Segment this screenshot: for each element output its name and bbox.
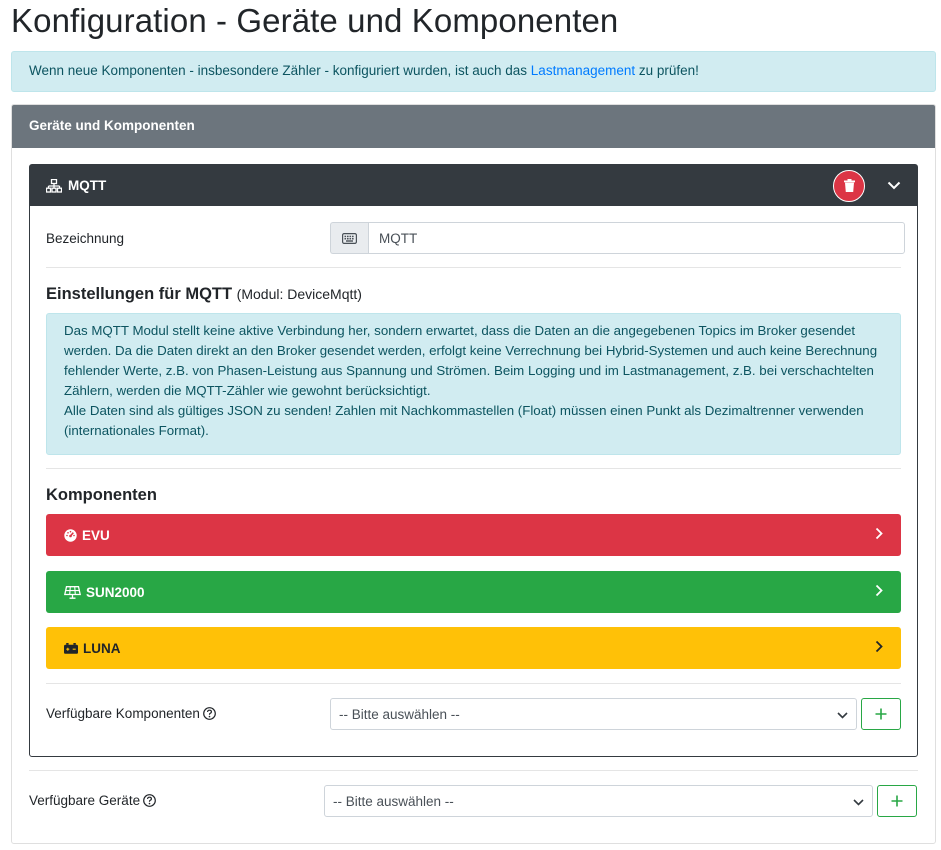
component-name: SUN2000 <box>86 584 145 600</box>
available-components-label: Verfügbare Komponenten <box>46 706 216 721</box>
settings-title-text: Einstellungen für MQTT <box>46 285 233 303</box>
devices-card-header: Geräte und Komponenten <box>12 105 935 148</box>
chevron-right-icon <box>875 527 883 543</box>
lastmanagement-notice: Wenn neue Komponenten - insbesondere Zäh… <box>11 51 936 92</box>
divider <box>46 267 901 268</box>
delete-device-button[interactable] <box>833 169 865 202</box>
battery-icon <box>64 642 78 654</box>
help-icon[interactable] <box>143 794 156 807</box>
add-component-button[interactable] <box>861 698 901 730</box>
divider <box>46 683 901 684</box>
device-mqtt: MQTT Bezeichnung MQTT Einstellungen für … <box>29 164 918 757</box>
available-devices-label-text: Verfügbare Geräte <box>29 793 141 808</box>
component-sun2000[interactable]: SUN2000 <box>46 571 901 613</box>
plus-icon <box>875 708 887 720</box>
available-components-label-text: Verfügbare Komponenten <box>46 706 200 721</box>
devices-card: Geräte und Komponenten MQTT Bezeichnung … <box>11 104 936 844</box>
component-name: LUNA <box>83 640 121 656</box>
notice-text-after: zu prüfen! <box>635 63 699 78</box>
network-icon <box>46 178 62 193</box>
bezeichnung-input-group <box>330 222 905 254</box>
device-header[interactable]: MQTT <box>30 165 917 206</box>
page: Konfiguration - Geräte und Komponenten W… <box>0 0 941 850</box>
bezeichnung-input[interactable] <box>368 222 905 254</box>
device-title: MQTT <box>68 178 107 193</box>
solar-panel-icon <box>64 585 81 599</box>
divider <box>29 770 918 771</box>
chevron-down-icon <box>837 707 848 722</box>
chevron-down-icon <box>853 794 864 809</box>
keyboard-icon <box>330 222 368 254</box>
gauge-icon <box>64 528 77 542</box>
add-device-button[interactable] <box>877 785 917 817</box>
chevron-down-icon[interactable] <box>887 181 901 190</box>
info-paragraph-2: Alle Daten sind als gültiges JSON zu sen… <box>64 403 864 438</box>
plus-icon <box>891 795 903 807</box>
component-name: EVU <box>82 527 110 543</box>
settings-title: Einstellungen für MQTT (Modul: DeviceMqt… <box>46 285 362 304</box>
select-value: -- Bitte auswählen -- <box>339 706 460 722</box>
components-title: Komponenten <box>46 486 157 504</box>
component-evu[interactable]: EVU <box>46 514 901 556</box>
help-icon[interactable] <box>202 707 216 720</box>
available-components-select[interactable]: -- Bitte auswählen -- <box>330 698 857 730</box>
settings-module: (Modul: DeviceMqtt) <box>236 286 362 302</box>
notice-text-before: Wenn neue Komponenten - insbesondere Zäh… <box>29 63 531 78</box>
label-bezeichnung: Bezeichnung <box>46 231 125 246</box>
available-devices-label: Verfügbare Geräte <box>29 793 156 808</box>
chevron-right-icon <box>875 584 883 600</box>
page-title: Konfiguration - Geräte und Komponenten <box>11 2 619 39</box>
mqtt-info-alert: Das MQTT Modul stellt keine aktive Verbi… <box>46 313 901 455</box>
lastmanagement-link[interactable]: Lastmanagement <box>531 63 635 78</box>
info-paragraph-1: Das MQTT Modul stellt keine aktive Verbi… <box>64 323 878 398</box>
divider <box>46 468 901 469</box>
component-luna[interactable]: LUNA <box>46 627 901 669</box>
trash-icon <box>843 179 855 192</box>
available-devices-select[interactable]: -- Bitte auswählen -- <box>324 785 873 817</box>
select-value: -- Bitte auswählen -- <box>333 793 454 809</box>
chevron-right-icon <box>875 640 883 656</box>
